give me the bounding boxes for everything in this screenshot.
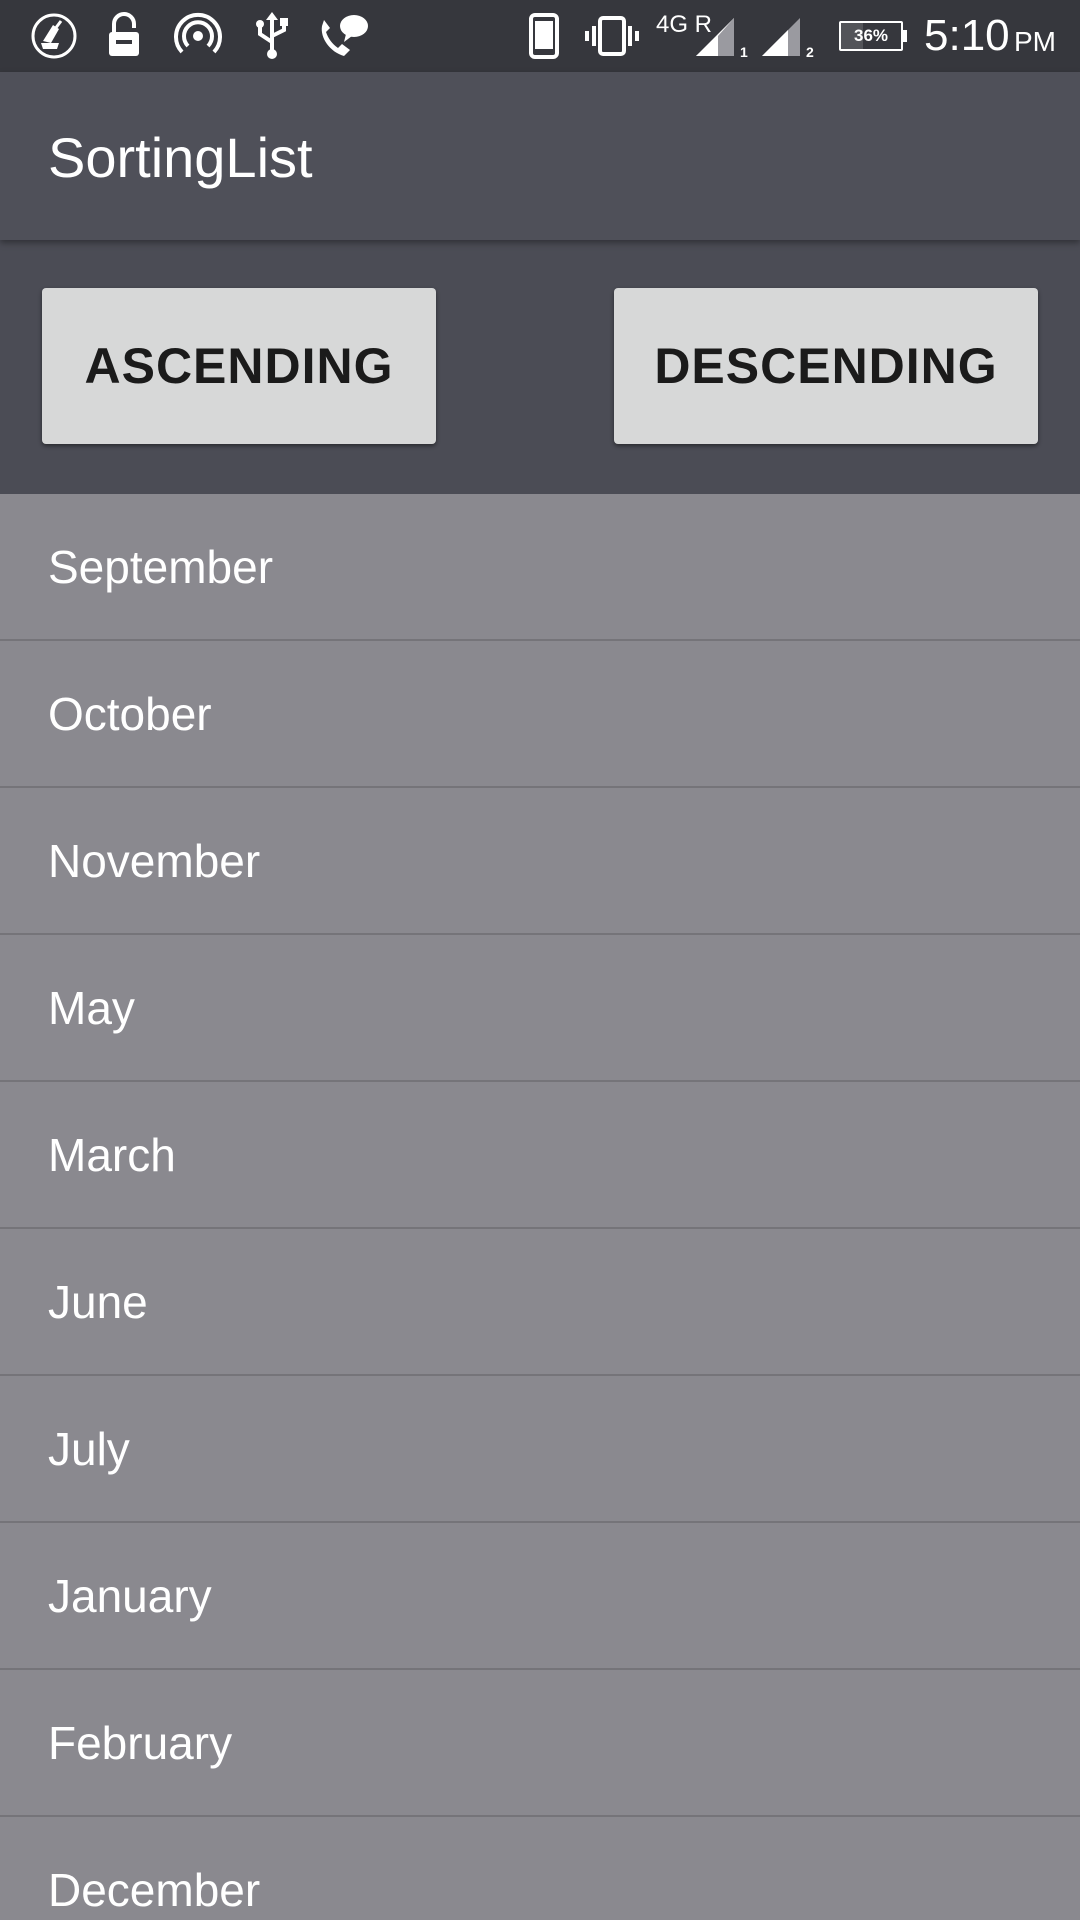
call-chat-icon — [314, 12, 372, 60]
list-item[interactable]: January — [0, 1523, 1080, 1670]
list-item[interactable]: December — [0, 1817, 1080, 1920]
lock-icon — [100, 12, 148, 60]
battery-percent: 36% — [853, 26, 889, 45]
signal-sim2-icon — [756, 12, 806, 60]
vibrate-icon — [584, 12, 640, 60]
list-item[interactable]: May — [0, 935, 1080, 1082]
clock-ampm: PM — [1014, 26, 1056, 57]
ascending-button[interactable]: ASCENDING — [42, 288, 436, 444]
sim2-label: 2 — [806, 44, 814, 60]
descending-button[interactable]: DESCENDING — [614, 288, 1038, 444]
clock-time: 5:10 — [924, 11, 1010, 60]
month-list[interactable]: September October November May March Jun… — [0, 494, 1080, 1920]
list-item[interactable]: June — [0, 1229, 1080, 1376]
app-title: SortingList — [48, 126, 313, 189]
list-item[interactable]: September — [0, 494, 1080, 641]
phone-icon — [526, 12, 562, 60]
status-bar: 4G R 1 2 36% 5:10 PM — [0, 0, 1080, 72]
list-item[interactable]: November — [0, 788, 1080, 935]
list-item[interactable]: October — [0, 641, 1080, 788]
hotspot-icon — [172, 12, 224, 60]
usb-icon — [250, 12, 294, 60]
battery-icon: 36% — [836, 12, 907, 60]
sim1-label: 1 — [740, 44, 748, 60]
app-bar: SortingList — [0, 72, 1080, 240]
list-item[interactable]: February — [0, 1670, 1080, 1817]
list-item[interactable]: July — [0, 1376, 1080, 1523]
signal-sim1-icon — [690, 12, 740, 60]
sort-button-bar: ASCENDING DESCENDING — [0, 240, 1080, 494]
list-item[interactable]: March — [0, 1082, 1080, 1229]
cleaner-icon — [26, 12, 82, 60]
